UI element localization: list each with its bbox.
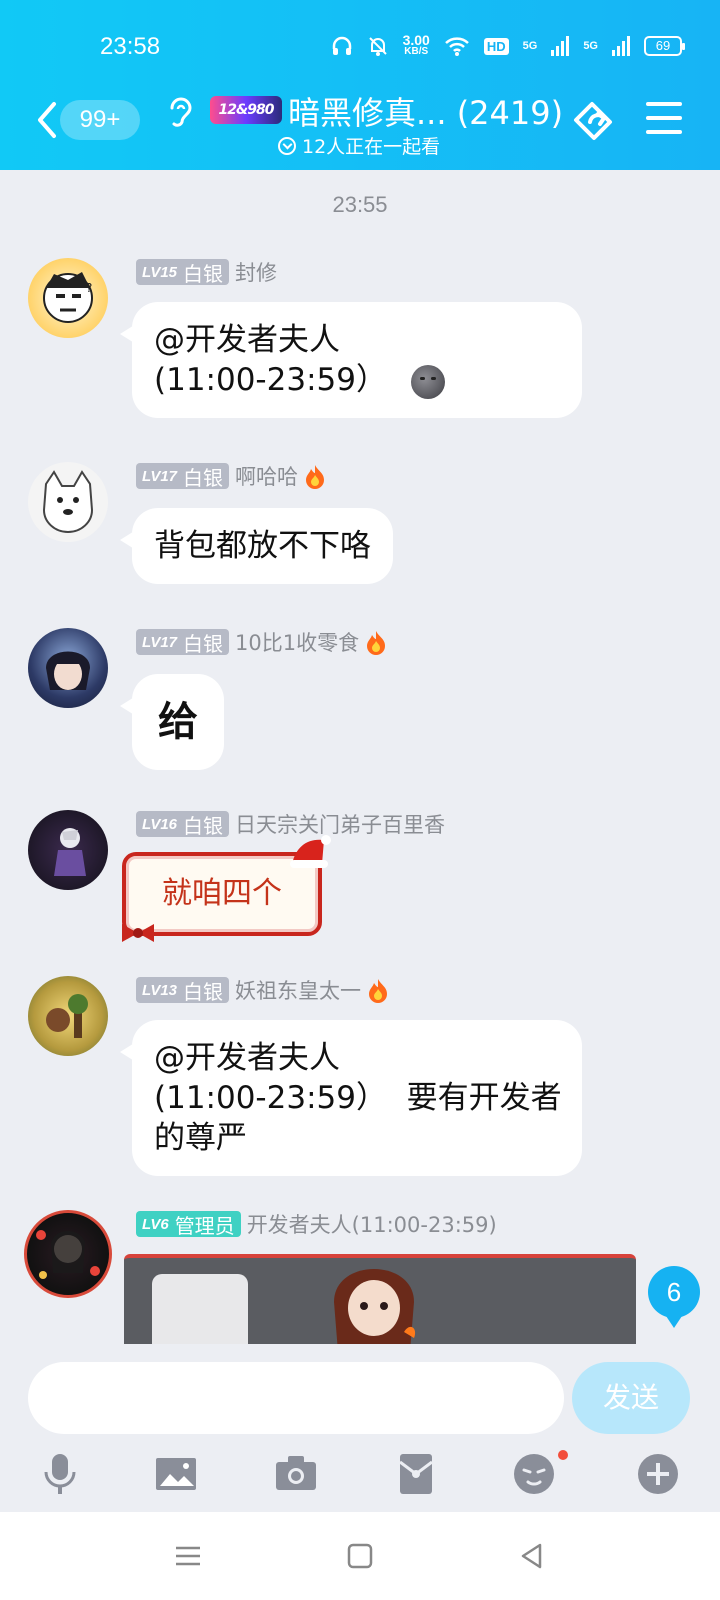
microphone-icon[interactable] — [38, 1452, 82, 1496]
hd-badge: HD — [483, 37, 509, 55]
chevron-down-circle-icon — [278, 136, 296, 155]
image-icon[interactable] — [154, 1452, 198, 1496]
fire-icon — [369, 979, 388, 1003]
message-text-line: (11:00-23:59） 要有开发者 — [154, 1080, 562, 1116]
red-bow-icon — [122, 924, 154, 942]
send-button[interactable]: 发送 — [572, 1362, 690, 1434]
message-meta: LV13 白银 妖祖东皇太一 — [136, 976, 389, 1004]
notification-dot — [558, 1450, 568, 1460]
level-badge: LV13 白银 — [136, 977, 230, 1004]
system-navigation-bar — [0, 1512, 720, 1600]
avatar[interactable] — [28, 976, 108, 1056]
chat-toolbar — [0, 1450, 720, 1508]
level-badge: LV17 白银 — [136, 629, 230, 656]
signal-5g-label-1: 5G — [522, 40, 538, 52]
floral-portrait-avatar-icon — [36, 1230, 100, 1279]
chat-header: 23:58 3.00 KB/S HD 5G 5G 69 99+ 12&980 暗黑… — [0, 0, 720, 170]
doge-avatar-icon — [42, 470, 94, 533]
sender-name[interactable]: 开发者夫人(11:00-23:59) — [247, 1209, 497, 1239]
anime-boy-avatar-icon — [46, 651, 90, 690]
recent-apps-icon[interactable] — [172, 1540, 204, 1572]
message-bubble[interactable]: 给 — [120, 674, 224, 770]
message-meta: LV15 白银 封修 — [136, 258, 277, 286]
svg-text:?: ? — [86, 281, 92, 295]
emoji-face-icon[interactable] — [512, 1452, 556, 1496]
network-speed: 3.00 KB/S — [402, 32, 430, 57]
avatar[interactable] — [28, 810, 108, 890]
santa-hat-icon — [290, 835, 331, 868]
message-bubble[interactable]: @开发者夫人 (11:00-23:59） — [120, 302, 582, 418]
message-meta: LV17 白银 啊哈哈 — [136, 462, 326, 490]
group-title[interactable]: 暗黑修真... (2419) — [288, 88, 563, 134]
chat-message-list[interactable]: 23:55 ? LV15 白银 封修 @开发者夫人 (11:00-23:59） L… — [0, 170, 720, 1344]
fire-icon — [367, 631, 386, 655]
sender-name[interactable]: 啊哈哈 — [235, 461, 298, 491]
red-packet-icon[interactable] — [394, 1452, 438, 1496]
anime-character-avatar-icon — [54, 828, 86, 876]
back-triangle-icon[interactable] — [516, 1540, 548, 1572]
message-bubble[interactable]: @开发者夫人 (11:00-23:59） 要有开发者 的尊严 — [120, 1020, 582, 1176]
sender-name[interactable]: 日天宗关门弟子百里香 — [235, 809, 445, 839]
avatar[interactable] — [28, 628, 108, 708]
status-bar: 23:58 3.00 KB/S HD 5G 5G 69 — [0, 30, 720, 66]
mute-bell-icon — [368, 37, 387, 56]
plus-circle-icon[interactable] — [636, 1452, 680, 1496]
message-meta: LV17 白银 10比1收零食 — [136, 628, 387, 656]
anime-girl-sticker-icon — [334, 1269, 416, 1344]
home-button-icon[interactable] — [344, 1540, 376, 1572]
share-screen-icon[interactable] — [568, 96, 618, 144]
message-input[interactable] — [28, 1362, 564, 1434]
message-text-line: 的尊严 — [154, 1120, 247, 1156]
message-bubble[interactable]: 背包都放不下咯 — [120, 508, 393, 584]
avatar[interactable] — [28, 462, 108, 542]
message-text-line: @开发者夫人 — [154, 1040, 340, 1076]
status-time: 23:58 — [100, 33, 161, 60]
avatar[interactable] — [24, 1210, 112, 1298]
signal-bars-icon — [612, 36, 630, 56]
message-text: 就咱四个 — [162, 876, 282, 911]
input-area: 发送 — [0, 1344, 720, 1512]
nav-row: 99+ 12&980 暗黑修真... (2419) 12人正在一起看 — [0, 88, 720, 158]
sender-name[interactable]: 妖祖东皇太一 — [235, 975, 361, 1005]
message-text-line: @开发者夫人 — [154, 322, 340, 358]
message-text-line-with-emoji: (11:00-23:59） — [154, 360, 560, 400]
level-badge: LV15 白银 — [136, 259, 230, 286]
watching-together-label: 12人正在一起看 — [302, 136, 441, 158]
group-logo-badge: 12&980 — [210, 96, 282, 124]
wifi-icon — [444, 37, 469, 56]
avatar[interactable]: ? — [28, 258, 108, 338]
sender-name[interactable]: 10比1收零食 — [235, 627, 359, 657]
status-icons: 3.00 KB/S HD 5G 5G 69 — [331, 32, 685, 58]
sender-name[interactable]: 封修 — [235, 257, 277, 287]
cartoon-face-avatar-icon: ? — [43, 272, 93, 323]
message-timestamp: 23:55 — [332, 192, 388, 217]
headphones-icon — [332, 36, 351, 55]
menu-icon[interactable] — [646, 102, 682, 134]
battery-indicator: 69 — [644, 36, 685, 56]
forest-scene-avatar-icon — [46, 994, 88, 1038]
new-messages-badge[interactable]: 6 — [648, 1266, 700, 1328]
level-badge: LV16 白银 — [136, 811, 230, 838]
card-thumbnail — [152, 1274, 248, 1344]
rich-card-message[interactable] — [124, 1254, 636, 1344]
unread-count-badge[interactable]: 99+ — [60, 100, 140, 140]
back-arrow-icon[interactable] — [34, 100, 60, 140]
moon-face-emoji-icon — [410, 364, 445, 399]
festive-message-bubble[interactable]: 就咱四个 — [122, 835, 331, 942]
camera-icon[interactable] — [274, 1452, 318, 1496]
ear-icon[interactable] — [168, 96, 192, 130]
message-meta: LV6 管理员 开发者夫人(11:00-23:59) — [136, 1210, 497, 1238]
watching-together-indicator[interactable]: 12人正在一起看 — [278, 132, 440, 159]
admin-level-badge: LV6 管理员 — [136, 1211, 241, 1238]
level-badge: LV17 白银 — [136, 463, 230, 490]
signal-bars-icon — [551, 36, 570, 56]
signal-5g-label-2: 5G — [583, 40, 598, 52]
fire-icon — [306, 465, 325, 489]
